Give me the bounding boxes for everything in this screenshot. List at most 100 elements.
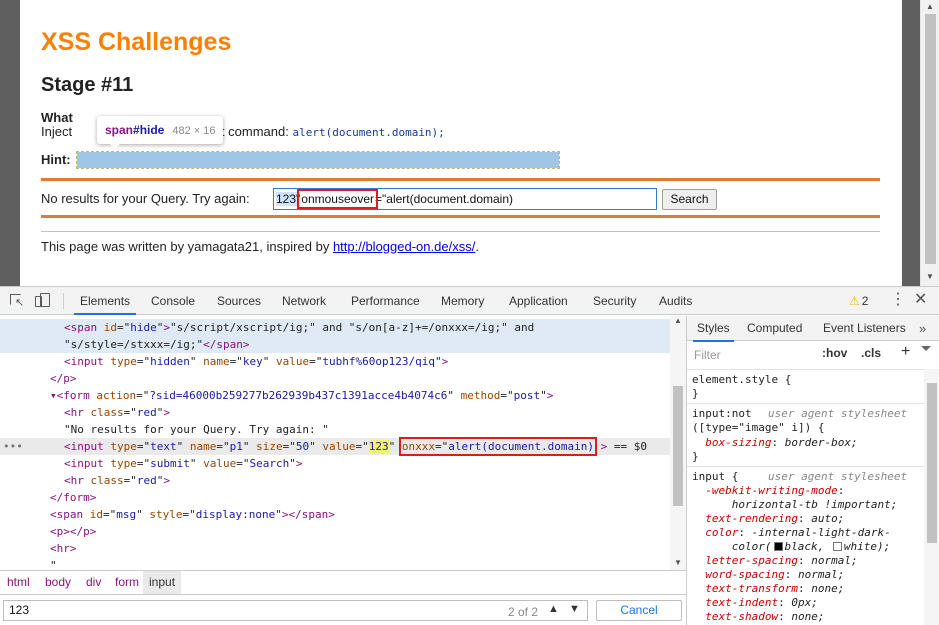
styles-scrollbar[interactable] (924, 369, 939, 625)
web-page: XSS Challenges Stage #11 What Inject pt … (20, 0, 902, 286)
style-property: text-indent: 0px; (705, 596, 818, 609)
more-tabs-icon[interactable]: » (919, 316, 926, 341)
dom-node-line[interactable]: <hr class="red"> (0, 404, 670, 421)
dom-node-line[interactable]: <input type="submit" value="Search"> (0, 455, 670, 472)
scroll-thumb[interactable] (925, 14, 936, 264)
styles-filter-input[interactable]: Filter (691, 346, 811, 364)
dom-node-line[interactable]: </p> (0, 370, 670, 387)
new-rule-icon[interactable]: + (901, 343, 910, 361)
input-boxed-attr: onmouseover (297, 189, 378, 209)
dom-node-line[interactable]: ▾<form action="?sid=46000b259277b262939b… (0, 387, 670, 404)
breadcrumb-html[interactable]: html (1, 571, 36, 594)
style-property: text-transform: none; (705, 582, 845, 595)
tooltip-arrow (109, 143, 121, 149)
hov-toggle[interactable]: :hov (822, 346, 847, 360)
close-devtools-icon[interactable]: ✕ (914, 291, 927, 309)
devtools-tabbar: ↖ ⚠ 2 ⋮ ✕ Elements Console Sources Network Pe… (0, 287, 939, 315)
find-prev-icon[interactable]: ▲ (548, 603, 559, 615)
dom-node-line[interactable]: "No results for your Query. Try again: " (0, 421, 670, 438)
tooltip-id: #hide (133, 123, 165, 137)
more-options-icon[interactable]: ⋮ (890, 291, 906, 309)
dom-node-line[interactable]: " (0, 557, 670, 570)
rule-options-icon[interactable] (921, 346, 931, 351)
dom-node-line[interactable]: <input type="hidden" name="key" value="t… (0, 353, 670, 370)
input-prefix: 123" (276, 192, 301, 206)
breadcrumb-input[interactable]: input (143, 571, 182, 594)
inspect-element-icon[interactable]: ↖ (9, 293, 25, 309)
search-button[interactable]: Search (662, 189, 717, 210)
styles-tab-styles[interactable]: Styles (693, 316, 734, 342)
breadcrumb: html body div form input (0, 570, 686, 594)
style-property: letter-spacing: normal; (705, 554, 858, 567)
scroll-up-icon[interactable]: ▲ (674, 316, 682, 325)
tab-performance[interactable]: Performance (351, 287, 420, 315)
scroll-up-icon[interactable]: ▲ (926, 2, 934, 11)
cls-toggle[interactable]: .cls (861, 346, 881, 360)
device-toolbar-icon[interactable] (35, 293, 51, 309)
tooltip-size: 482 × 16 (172, 125, 216, 137)
breadcrumb-body[interactable]: body (39, 571, 77, 594)
hint-highlight-box (76, 151, 560, 169)
tab-elements[interactable]: Elements (73, 287, 137, 315)
style-property: word-spacing: normal; (705, 568, 845, 581)
what-heading: What (41, 110, 73, 125)
breadcrumb-div[interactable]: div (80, 571, 107, 594)
query-input[interactable]: 123"onmouseover="alert(document.domain) (273, 188, 657, 210)
tab-sources[interactable]: Sources (217, 287, 261, 315)
footer-end: . (475, 239, 479, 254)
input-suffix: ="alert(document.domain) (375, 192, 513, 206)
query-text: No results for your Query. Try again: (41, 191, 250, 206)
tab-security[interactable]: Security (593, 287, 636, 315)
styles-tab-computed[interactable]: Computed (747, 316, 802, 341)
hint-label: Hint: (41, 152, 71, 167)
elements-tree[interactable]: <b>Hint:</b><span id="hide">"s/script/xs… (0, 316, 686, 570)
dom-node-line[interactable]: <p></p> (0, 523, 670, 540)
dom-node-line[interactable]: </form> (0, 489, 670, 506)
dom-node-line[interactable]: "s/style=/stxxx=/ig;"</span> (0, 336, 670, 353)
rule-selector: input {user agent stylesheet (692, 470, 908, 483)
node-menu-icon[interactable]: ••• (3, 438, 23, 455)
find-cancel-button[interactable]: Cancel (596, 600, 682, 621)
tab-console[interactable]: Console (151, 287, 195, 315)
inspect-tooltip: span#hide 482 × 16 (97, 116, 224, 149)
style-property: color(black, white); (731, 540, 891, 553)
dom-node-line[interactable]: <span id="hide">"s/script/xscript/ig;" a… (0, 319, 670, 336)
style-property: horizontal-tb !important; (731, 498, 898, 511)
rule-close-brace: } (692, 450, 699, 463)
what-label: What (41, 110, 73, 125)
dom-node-line[interactable]: <input type="text" name="p1" size="50" v… (0, 437, 670, 456)
footer-credit: This page was written by yamagata21, ins… (41, 239, 333, 254)
style-property: color: -internal-light-dark- (705, 526, 891, 539)
elements-scrollbar[interactable]: ▲ ▼ (670, 316, 686, 570)
tab-network[interactable]: Network (282, 287, 326, 315)
breadcrumb-form[interactable]: form (109, 571, 145, 594)
page-scrollbar[interactable]: ▲ ▼ (920, 0, 939, 286)
styles-tabbar: » Styles Computed Event Listeners (687, 316, 939, 342)
dom-node-line[interactable]: <hr class="red"> (0, 472, 670, 489)
tab-memory[interactable]: Memory (441, 287, 484, 315)
divider-top (41, 178, 880, 181)
scroll-thumb[interactable] (673, 386, 683, 506)
style-property: box-sizing: border-box; (705, 436, 858, 449)
find-count: 2 of 2 (508, 605, 539, 619)
scroll-thumb[interactable] (927, 383, 937, 543)
dom-node-line[interactable]: <hr> (0, 540, 670, 557)
tab-application[interactable]: Application (509, 287, 568, 315)
element-style-selector: element.style { (692, 373, 792, 386)
styles-tab-event-listeners[interactable]: Event Listeners (823, 316, 906, 341)
find-next-icon[interactable]: ▼ (569, 603, 580, 615)
scroll-down-icon[interactable]: ▼ (926, 272, 934, 281)
scroll-down-icon[interactable]: ▼ (674, 558, 682, 567)
warnings-badge[interactable]: ⚠ 2 (849, 287, 868, 315)
tab-audits[interactable]: Audits (659, 287, 692, 315)
divider-grey (41, 231, 880, 232)
inject-code: alert(document.domain); (292, 126, 445, 139)
dom-node-line[interactable]: <span id="msg" style="display:none"></sp… (0, 506, 670, 523)
rule-selector-cont: ([type="image" i]) { (692, 421, 825, 434)
divider-bottom (41, 215, 880, 218)
footer-link[interactable]: http://blogged-on.de/xss/ (333, 239, 475, 254)
find-input[interactable]: 123 (3, 600, 588, 621)
rule-close-brace: } (692, 387, 699, 400)
styles-sidebar: » Styles Computed Event Listeners Filter :… (686, 316, 939, 625)
stage-heading: Stage #11 (41, 74, 134, 96)
